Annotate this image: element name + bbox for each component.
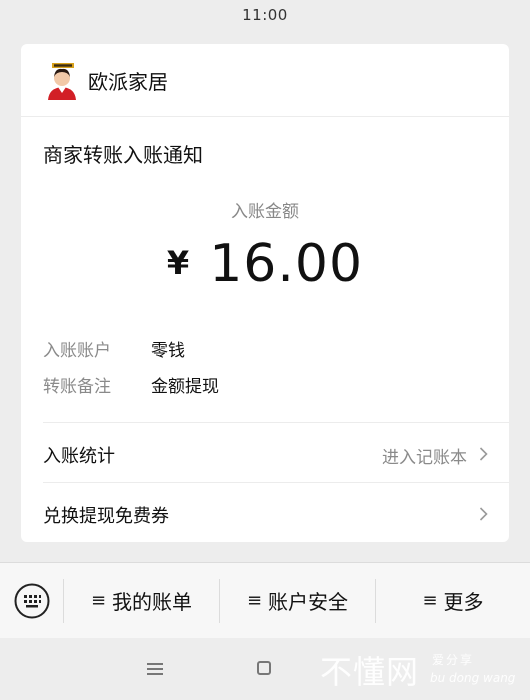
hamburger-icon: ≡ [90, 590, 107, 611]
status-bar-time: 11:00 [242, 6, 288, 24]
detail-value-remark: 金额提现 [151, 377, 219, 397]
watermark: 不懂网 爱分享 bu dong wang [320, 647, 530, 697]
menu-more[interactable]: ≡ 更多 [376, 563, 530, 638]
hamburger-icon: ≡ [246, 590, 263, 611]
amount-value: 16.00 [209, 234, 364, 294]
watermark-title: 不懂网 [320, 653, 420, 691]
nav-menu-icon[interactable] [147, 662, 163, 676]
keyboard-icon[interactable] [14, 583, 50, 619]
notification-title: 商家转账入账通知 [43, 143, 203, 167]
divider [43, 422, 509, 423]
detail-label-remark: 转账备注 [43, 377, 111, 397]
watermark-pinyin: bu dong wang [430, 671, 516, 685]
voucher-row-label: 兑换提现免费券 [43, 506, 169, 527]
amount-label: 入账金额 [231, 202, 299, 222]
stats-row-label: 入账统计 [43, 446, 115, 467]
ledger-link[interactable]: 进入记账本 [382, 443, 467, 468]
detail-value-account: 零钱 [151, 341, 185, 361]
notification-card: 欧派家居 商家转账入账通知 入账金额 ¥16.00 入账账户 零钱 转账备注 金… [21, 44, 509, 542]
menu-label: 更多 [443, 590, 484, 614]
hamburger-icon: ≡ [422, 590, 438, 611]
merchant-header[interactable]: 欧派家居 [21, 44, 509, 117]
chevron-right-icon [479, 507, 488, 521]
bottom-menu-bar: ≡ 我的账单 ≡ 账户安全 ≡ 更多 [0, 562, 530, 639]
nav-home-icon[interactable] [257, 661, 271, 675]
menu-my-bills[interactable]: ≡ 我的账单 [64, 563, 219, 638]
merchant-avatar [48, 63, 76, 100]
menu-label: 账户安全 [268, 590, 349, 614]
watermark-slogan: 爱分享 [432, 653, 475, 667]
detail-label-account: 入账账户 [43, 341, 111, 361]
divider [43, 482, 509, 483]
menu-label: 我的账单 [112, 590, 193, 614]
amount-row: ¥16.00 [21, 234, 509, 294]
merchant-name: 欧派家居 [88, 70, 168, 94]
menu-account-security[interactable]: ≡ 账户安全 [220, 563, 375, 638]
currency-symbol: ¥ [166, 244, 190, 282]
chevron-right-icon [479, 447, 488, 461]
